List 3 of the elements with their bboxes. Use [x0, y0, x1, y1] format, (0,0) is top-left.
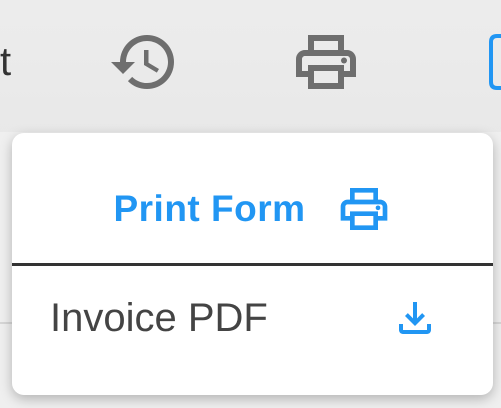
menu-title: Print Form	[113, 188, 306, 230]
menu-item[interactable]: Invoice PDF	[12, 266, 493, 390]
toolbar-text: t	[0, 40, 12, 84]
